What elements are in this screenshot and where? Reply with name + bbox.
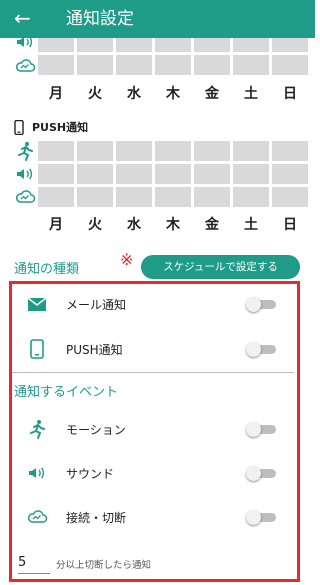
schedule-cell[interactable] bbox=[233, 141, 269, 161]
setting-label: モーション bbox=[66, 423, 126, 437]
schedule-cell[interactable] bbox=[38, 164, 74, 184]
speaker-icon bbox=[14, 164, 36, 184]
schedule-cell[interactable] bbox=[194, 38, 230, 52]
day-label: 日 bbox=[283, 86, 297, 102]
schedule-cell[interactable] bbox=[77, 38, 113, 52]
cloud-icon bbox=[14, 56, 36, 76]
setting-row-email[interactable]: メール通知 bbox=[12, 289, 294, 319]
schedule-cell[interactable] bbox=[77, 55, 113, 75]
setting-row-motion[interactable]: モーション bbox=[12, 414, 294, 444]
day-label: 日 bbox=[283, 217, 297, 233]
schedule-cell[interactable] bbox=[116, 55, 152, 75]
schedule-cell[interactable] bbox=[272, 38, 308, 52]
schedule-cell[interactable] bbox=[38, 141, 74, 161]
schedule-cell[interactable] bbox=[155, 164, 191, 184]
disconnect-minutes-input[interactable] bbox=[18, 552, 50, 574]
day-label: 木 bbox=[166, 86, 180, 102]
schedule-settings-button[interactable]: スケジュールで設定する bbox=[141, 255, 300, 279]
day-labels: 月 火 水 木 金 土 日 bbox=[38, 83, 308, 103]
notification-events-title: 通知するイベント bbox=[14, 385, 119, 400]
schedule-grid-push bbox=[38, 141, 308, 207]
schedule-grid-email bbox=[38, 38, 308, 75]
setting-label: 接続・切断 bbox=[66, 511, 127, 525]
setting-label: サウンド bbox=[66, 467, 115, 481]
divider bbox=[12, 372, 294, 373]
schedule-cell[interactable] bbox=[116, 38, 152, 52]
schedule-cell[interactable] bbox=[272, 141, 308, 161]
mail-icon bbox=[26, 294, 48, 314]
schedule-cell[interactable] bbox=[155, 38, 191, 52]
schedule-cell[interactable] bbox=[194, 55, 230, 75]
cloud-icon bbox=[26, 507, 48, 527]
schedule-cell[interactable] bbox=[233, 164, 269, 184]
back-arrow-icon[interactable]: ← bbox=[14, 7, 31, 29]
day-label: 月 bbox=[49, 86, 63, 102]
schedule-cell[interactable] bbox=[116, 187, 152, 207]
day-label: 木 bbox=[166, 217, 180, 233]
schedule-cell[interactable] bbox=[116, 141, 152, 161]
email-toggle[interactable] bbox=[246, 297, 276, 312]
schedule-cell[interactable] bbox=[194, 164, 230, 184]
phone-icon bbox=[14, 119, 24, 135]
schedule-cell[interactable] bbox=[155, 141, 191, 161]
push-toggle[interactable] bbox=[246, 342, 276, 357]
day-label: 月 bbox=[49, 217, 63, 233]
day-label: 土 bbox=[244, 217, 258, 233]
phone-icon bbox=[26, 339, 48, 359]
page-title: 通知設定 bbox=[66, 9, 134, 29]
asterisk-mark: ※ bbox=[120, 250, 134, 269]
cloud-icon bbox=[14, 187, 36, 207]
schedule-cell[interactable] bbox=[116, 164, 152, 184]
setting-row-connection[interactable]: 接続・切断 bbox=[12, 502, 294, 532]
schedule-cell[interactable] bbox=[77, 164, 113, 184]
push-section-label: PUSH通知 bbox=[32, 121, 89, 134]
day-labels: 月 火 水 木 金 土 日 bbox=[38, 214, 308, 234]
day-label: 水 bbox=[127, 217, 141, 233]
day-label: 金 bbox=[205, 86, 219, 102]
notification-type-title: 通知の種類 bbox=[14, 262, 80, 277]
schedule-cell[interactable] bbox=[272, 187, 308, 207]
schedule-cell[interactable] bbox=[77, 187, 113, 207]
speaker-icon bbox=[14, 38, 36, 52]
disconnect-minutes-label: 分以上切断したら通知 bbox=[56, 560, 152, 571]
schedule-cell[interactable] bbox=[155, 55, 191, 75]
schedule-cell[interactable] bbox=[77, 141, 113, 161]
running-person-icon bbox=[14, 141, 36, 161]
day-label: 水 bbox=[127, 86, 141, 102]
setting-row-sound[interactable]: サウンド bbox=[12, 458, 294, 488]
schedule-cell[interactable] bbox=[155, 187, 191, 207]
setting-label: PUSH通知 bbox=[66, 343, 123, 357]
running-person-icon bbox=[26, 419, 48, 439]
connection-toggle[interactable] bbox=[246, 510, 276, 525]
schedule-cell[interactable] bbox=[194, 141, 230, 161]
schedule-cell[interactable] bbox=[38, 55, 74, 75]
schedule-cell[interactable] bbox=[38, 38, 74, 52]
schedule-cell[interactable] bbox=[272, 164, 308, 184]
day-label: 火 bbox=[88, 217, 102, 233]
sound-toggle[interactable] bbox=[246, 466, 276, 481]
setting-row-push[interactable]: PUSH通知 bbox=[12, 334, 294, 364]
schedule-cell[interactable] bbox=[38, 187, 74, 207]
schedule-cell[interactable] bbox=[194, 187, 230, 207]
schedule-cell[interactable] bbox=[233, 55, 269, 75]
app-bar: ← 通知設定 bbox=[0, 0, 315, 38]
schedule-cell[interactable] bbox=[272, 55, 308, 75]
motion-toggle[interactable] bbox=[246, 422, 276, 437]
speaker-icon bbox=[26, 463, 48, 483]
day-label: 土 bbox=[244, 86, 258, 102]
setting-label: メール通知 bbox=[66, 298, 127, 312]
schedule-cell[interactable] bbox=[233, 187, 269, 207]
day-label: 火 bbox=[88, 86, 102, 102]
push-section-header: PUSH通知 bbox=[14, 118, 88, 136]
schedule-cell[interactable] bbox=[233, 38, 269, 52]
day-label: 金 bbox=[205, 217, 219, 233]
